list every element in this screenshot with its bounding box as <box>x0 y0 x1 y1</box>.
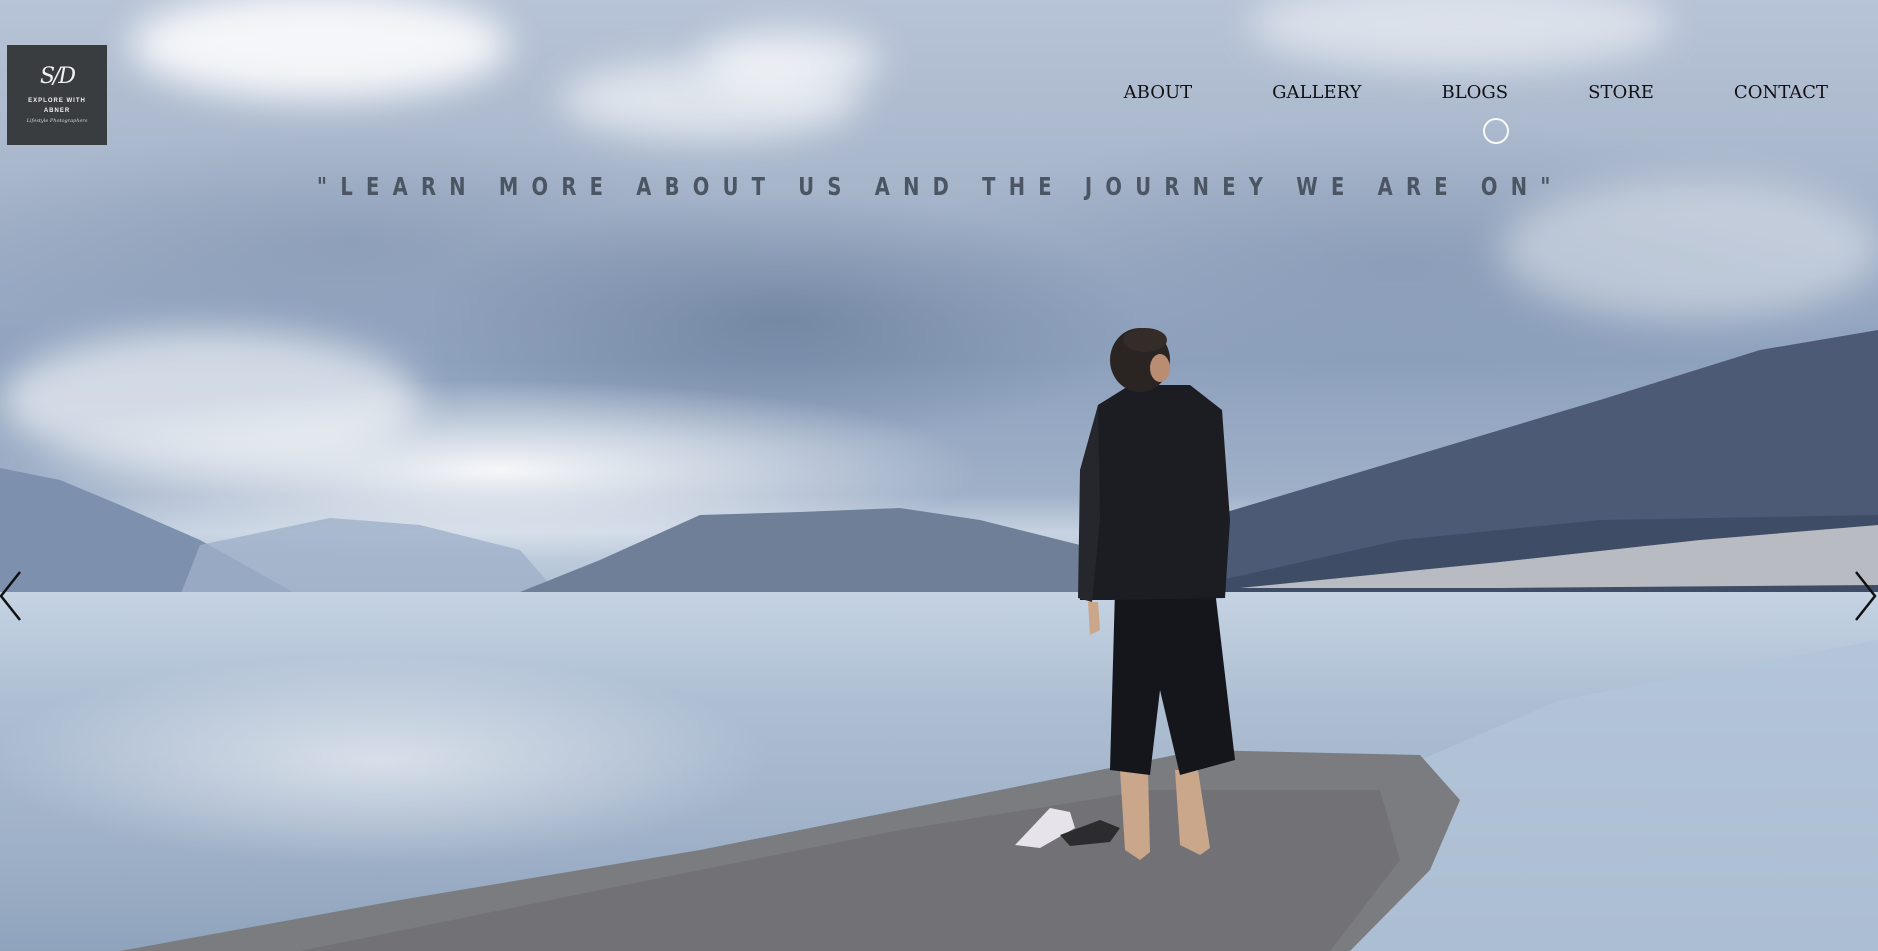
site-logo[interactable]: S/D EXPLORE WITH ABNER Lifestyle Photogr… <box>7 45 107 145</box>
main-nav: ABOUT GALLERY BLOGS STORE CONTACT <box>1044 82 1828 103</box>
logo-title-line2: ABNER <box>43 108 71 114</box>
hero-slide: S/D EXPLORE WITH ABNER Lifestyle Photogr… <box>0 0 1878 951</box>
nav-store[interactable]: STORE <box>1588 82 1654 103</box>
landscape-foreground <box>120 328 1878 951</box>
chevron-right-icon[interactable] <box>1852 568 1878 624</box>
nav-blogs[interactable]: BLOGS <box>1441 82 1508 103</box>
hero-tagline: "LEARN MORE ABOUT US AND THE JOURNEY WE … <box>316 172 1564 201</box>
logo-subtitle: Lifestyle Photographers <box>26 118 88 124</box>
logo-title-line1: EXPLORE WITH <box>28 98 86 104</box>
nav-contact[interactable]: CONTACT <box>1734 82 1828 103</box>
logo-monogram: S/D <box>39 64 76 89</box>
cursor-ring <box>1483 118 1509 144</box>
nav-gallery[interactable]: GALLERY <box>1272 82 1361 103</box>
chevron-left-icon[interactable] <box>0 568 24 624</box>
nav-about[interactable]: ABOUT <box>1124 82 1193 103</box>
